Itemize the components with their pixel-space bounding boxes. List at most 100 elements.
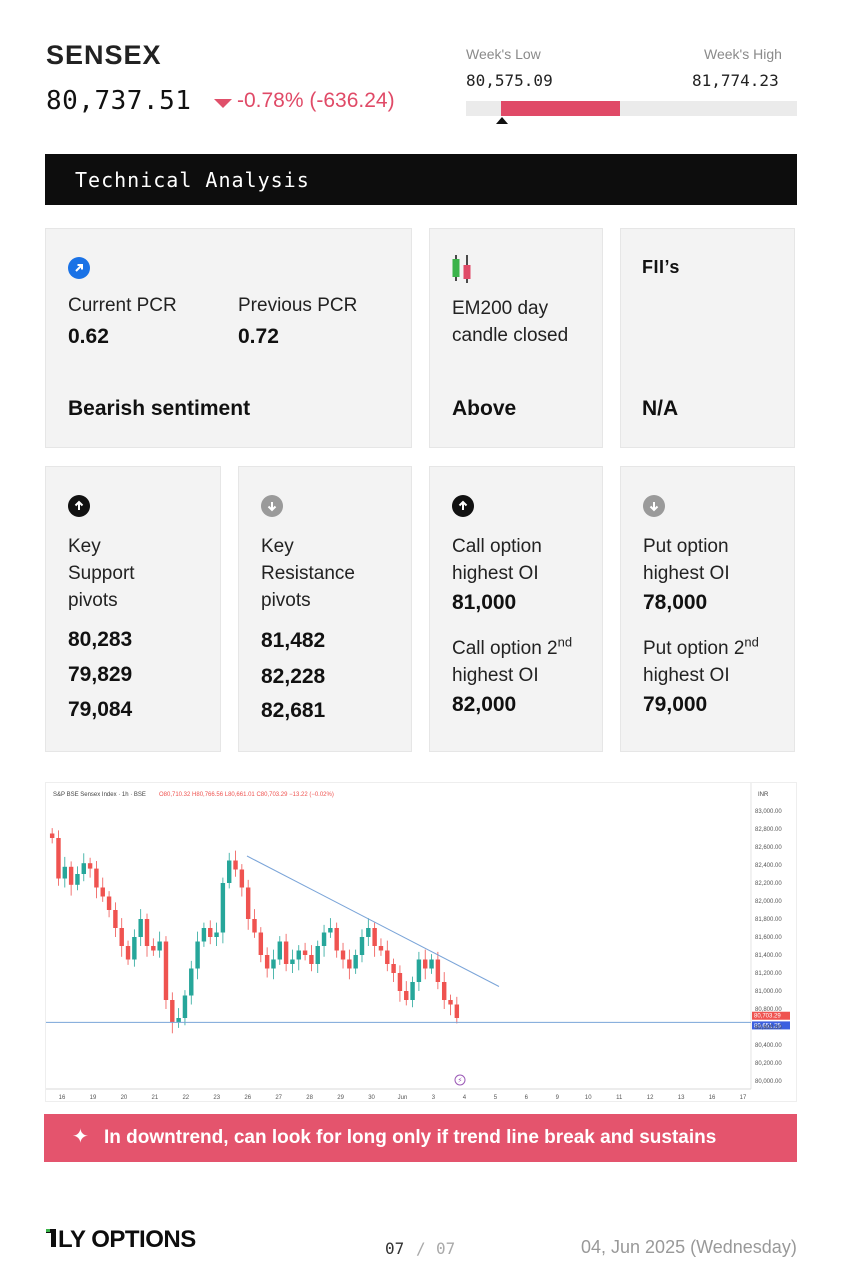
put-value: 78,000 <box>643 591 708 614</box>
put-second-label-sup: nd <box>744 634 759 650</box>
resistance-label-line1: Key <box>261 536 294 557</box>
x-tick-label: 12 <box>647 1095 654 1101</box>
x-tick-label: 11 <box>616 1095 623 1101</box>
candle-body <box>252 919 257 933</box>
candle-body <box>119 928 124 946</box>
week-high-label: Week's High <box>704 46 782 62</box>
candle-body <box>170 1000 175 1023</box>
x-tick-label: 21 <box>152 1095 159 1101</box>
resistance-card: Key Resistance pivots 81,482 82,228 82,6… <box>238 466 412 752</box>
candle-body <box>81 863 86 874</box>
candle-body <box>385 950 390 964</box>
put-second-label-line2: highest OI <box>643 665 730 686</box>
candle-body <box>182 995 188 1018</box>
call-oi-card: Call option highest OI 81,000 Call optio… <box>429 466 603 752</box>
put-second-value: 79,000 <box>643 693 708 716</box>
candle-body <box>366 928 371 937</box>
candle-body <box>404 991 409 1000</box>
em200-card: EM200 day candle closed Above <box>429 228 603 448</box>
candle-body <box>271 959 276 969</box>
sparkle-icon: ✦ <box>72 1126 89 1148</box>
x-tick-label: 16 <box>59 1095 66 1101</box>
arrow-up-icon <box>452 495 474 517</box>
y-tick-label: 80,000.00 <box>755 1079 782 1085</box>
support-label-line3: pivots <box>68 590 118 611</box>
resistance-label-line2: Resistance <box>261 563 355 584</box>
previous-pcr-value: 0.72 <box>238 325 279 348</box>
fii-card: FII’s N/A <box>620 228 795 448</box>
call-second-label-sup: nd <box>557 634 573 650</box>
candle-body <box>226 860 232 883</box>
chart-legend-title: S&P BSE Sensex Index · 1h · BSE <box>53 792 146 798</box>
chart-legend-high: H80,766.56 <box>192 792 224 798</box>
candle-body <box>372 928 377 946</box>
candle-body <box>397 973 403 991</box>
index-price: 80,737.51 <box>46 86 192 116</box>
arrow-down-icon <box>643 495 665 517</box>
resistance-value-3: 82,681 <box>261 699 326 722</box>
candle-body <box>113 910 118 928</box>
brand-logo-text: LY OPTIONS <box>58 1226 196 1253</box>
candle-body <box>378 946 384 951</box>
put-oi-card: Put option highest OI 78,000 Put option … <box>620 466 795 752</box>
candle-body <box>410 982 415 1000</box>
y-tick-label: 82,600.00 <box>755 845 782 851</box>
x-tick-label: 13 <box>678 1095 685 1101</box>
candle-body <box>163 941 169 1000</box>
candle-body <box>290 959 295 964</box>
em200-label-line1: EM200 day <box>452 298 549 319</box>
candle-body <box>315 946 320 964</box>
resistance-value-2: 82,228 <box>261 665 326 688</box>
brand-logo: LY OPTIONS <box>46 1226 196 1254</box>
current-pcr-value: 0.62 <box>68 325 109 348</box>
candle-body <box>94 868 99 888</box>
change-percent: -0.78% <box>237 89 304 112</box>
page-current: 07 <box>385 1239 405 1258</box>
x-tick-label: 3 <box>432 1095 436 1101</box>
call-second-label-prefix: Call option 2 <box>452 638 558 659</box>
candle-body <box>302 950 308 955</box>
support-card: Key Support pivots 80,283 79,829 79,084 <box>45 466 221 752</box>
candle-body <box>233 860 238 870</box>
arrow-up-right-icon <box>68 257 90 279</box>
x-tick-label: Jun <box>398 1095 408 1101</box>
chart-legend-change: −13.22 (−0.02%) <box>289 792 334 798</box>
y-tick-label: 81,400.00 <box>755 953 782 959</box>
candle-body <box>195 941 200 969</box>
chart-legend-low: L80,661.01 <box>225 792 256 798</box>
y-tick-label: 80,600.00 <box>755 1025 782 1031</box>
week-high-value: 81,774.23 <box>692 71 779 90</box>
week-range-fill <box>501 101 620 116</box>
x-tick-label: 26 <box>244 1095 251 1101</box>
call-label-line1: Call option <box>452 536 542 557</box>
y-tick-label: 80,400.00 <box>755 1043 782 1049</box>
section-title: Technical Analysis <box>75 168 310 192</box>
week-low-label: Week's Low <box>466 46 541 62</box>
y-tick-label: 80,800.00 <box>755 1007 782 1013</box>
candle-body <box>214 932 219 937</box>
y-tick-label: 82,200.00 <box>755 881 782 887</box>
candle-body <box>328 928 333 933</box>
fii-label: FII’s <box>642 257 680 277</box>
candle-body <box>416 959 422 982</box>
candle-body <box>321 932 327 946</box>
support-value-3: 79,084 <box>68 698 133 721</box>
candle-body <box>176 1018 181 1023</box>
week-low-value: 80,575.09 <box>466 71 553 90</box>
candle-body <box>157 941 162 951</box>
x-tick-label: 17 <box>740 1095 747 1101</box>
x-tick-label: 19 <box>90 1095 97 1101</box>
chart-currency: INR <box>758 792 769 798</box>
trend-line <box>246 855 500 987</box>
candle-body <box>138 919 143 937</box>
em200-value: Above <box>452 397 517 420</box>
put-label-line1: Put option <box>643 536 729 557</box>
x-tick-label: 29 <box>337 1095 344 1101</box>
candle-body <box>448 1000 453 1005</box>
candle-body <box>340 950 346 960</box>
x-tick-label: 9 <box>556 1095 560 1101</box>
candle-body <box>132 937 137 960</box>
y-tick-label: 82,400.00 <box>755 863 782 869</box>
current-pcr-label: Current PCR <box>68 295 177 316</box>
call-second-label: Call option 2nd <box>452 635 572 662</box>
